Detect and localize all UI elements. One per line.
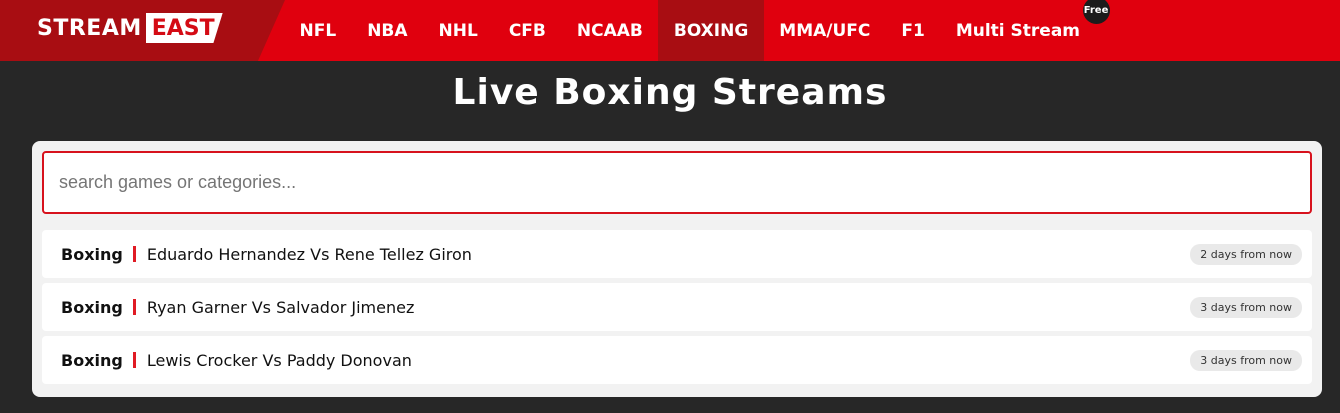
- nav-item-nba[interactable]: NBA: [352, 0, 423, 61]
- nav-item-nfl[interactable]: NFL: [284, 0, 352, 61]
- category-separator: [132, 299, 136, 315]
- nav-item-cfb[interactable]: CFB: [493, 0, 561, 61]
- nav-item-label: CFB: [508, 20, 546, 41]
- event-category: Boxing: [61, 350, 123, 370]
- nav-item-label: BOXING: [673, 20, 749, 41]
- page-title: Live Boxing Streams: [452, 72, 888, 113]
- nav-item-label: NCAAB: [576, 20, 643, 41]
- event-row[interactable]: Boxing Lewis Crocker Vs Paddy Donovan 3 …: [42, 336, 1312, 384]
- event-category: Boxing: [61, 244, 123, 264]
- nav-item-label: NHL: [438, 20, 478, 41]
- event-row[interactable]: Boxing Ryan Garner Vs Salvador Jimenez 3…: [42, 283, 1312, 331]
- nav-item-multi-stream[interactable]: Multi Stream Free: [940, 0, 1110, 61]
- nav-item-boxing[interactable]: BOXING: [658, 0, 764, 61]
- nav-item-label: Multi Stream: [955, 20, 1081, 41]
- nav-item-label: F1: [901, 20, 925, 41]
- nav-item-label: NBA: [367, 20, 408, 41]
- event-time-badge: 3 days from now: [1190, 297, 1302, 318]
- event-name: Lewis Crocker Vs Paddy Donovan: [146, 350, 412, 370]
- event-time-badge: 2 days from now: [1190, 244, 1302, 265]
- nav-item-mma-ufc[interactable]: MMA/UFC: [764, 0, 886, 61]
- events-panel: Boxing Eduardo Hernandez Vs Rene Tellez …: [32, 141, 1322, 397]
- nav-menu: NFL NBA NHL CFB NCAAB BOXING MMA/UFC F1 …: [284, 0, 1110, 61]
- event-name: Eduardo Hernandez Vs Rene Tellez Giron: [146, 244, 472, 264]
- nav-item-label: NFL: [299, 20, 337, 41]
- category-separator: [132, 352, 136, 368]
- top-navigation-bar: STREAM EAST NFL NBA NHL CFB NCAAB BOXING…: [0, 0, 1340, 61]
- logo-text-stream: STREAM: [37, 15, 142, 41]
- logo-text-east: EAST: [145, 13, 223, 43]
- search-input[interactable]: [42, 151, 1312, 214]
- event-time-badge: 3 days from now: [1190, 350, 1302, 371]
- event-category: Boxing: [61, 297, 123, 317]
- nav-item-nhl[interactable]: NHL: [423, 0, 493, 61]
- streameast-logo[interactable]: STREAM EAST: [37, 13, 223, 43]
- nav-item-ncaab[interactable]: NCAAB: [561, 0, 658, 61]
- event-row[interactable]: Boxing Eduardo Hernandez Vs Rene Tellez …: [42, 230, 1312, 278]
- nav-item-f1[interactable]: F1: [886, 0, 940, 61]
- category-separator: [132, 246, 136, 262]
- nav-item-label: MMA/UFC: [779, 20, 871, 41]
- event-name: Ryan Garner Vs Salvador Jimenez: [146, 297, 415, 317]
- free-badge: Free: [1082, 0, 1110, 24]
